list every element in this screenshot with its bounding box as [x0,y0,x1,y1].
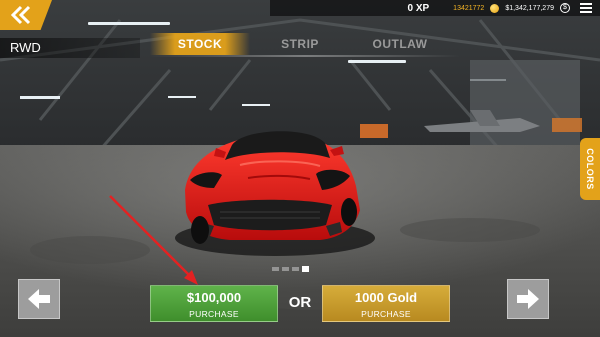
cash-purchase-label: PURCHASE [189,309,239,319]
cash-price: $100,000 [186,290,242,305]
pager-dot[interactable] [282,267,289,271]
tab-strip[interactable]: STRIP [250,33,350,55]
arrow-right-icon [517,289,539,309]
double-chevron-left-icon [10,5,31,25]
garage-scene: 0 XP 13421772 $1,342,177,279 $ RWD STOCK… [0,0,600,337]
currency-bar: 0 XP 13421772 $1,342,177,279 $ [270,0,600,16]
arrow-left-icon [28,289,50,309]
purchase-cash-button[interactable]: $100,000 PURCHASE [150,285,278,322]
gold-coin-icon [490,3,500,13]
tab-outlaw[interactable]: OUTLAW [350,33,450,55]
pager-dot[interactable] [292,267,299,271]
previous-car-button[interactable] [18,279,60,319]
colors-tab[interactable]: COLORS [580,138,600,200]
tuning-tabs: STOCK STRIP OUTLAW [150,33,450,55]
purchase-gold-button[interactable]: 1000 Gold PURCHASE [322,285,450,322]
or-separator: OR [288,294,312,311]
tab-divider [150,55,460,57]
next-car-button[interactable] [507,279,549,319]
tab-stock[interactable]: STOCK [150,33,250,55]
colors-tab-label: COLORS [585,148,595,190]
gold-price: 1000 Gold [354,290,418,305]
pager-dot[interactable] [272,267,279,271]
dollar-coin-icon: $ [560,3,570,13]
pager-dot-active[interactable] [302,266,309,272]
gold-balance: 13421772 [453,4,485,12]
hamburger-menu-icon[interactable] [580,3,592,13]
xp-counter: 0 XP [407,2,430,14]
cash-balance: $1,342,177,279 [505,4,554,12]
car-pager [272,266,309,272]
drivetrain-label: RWD [0,38,140,58]
gold-purchase-label: PURCHASE [361,309,411,319]
